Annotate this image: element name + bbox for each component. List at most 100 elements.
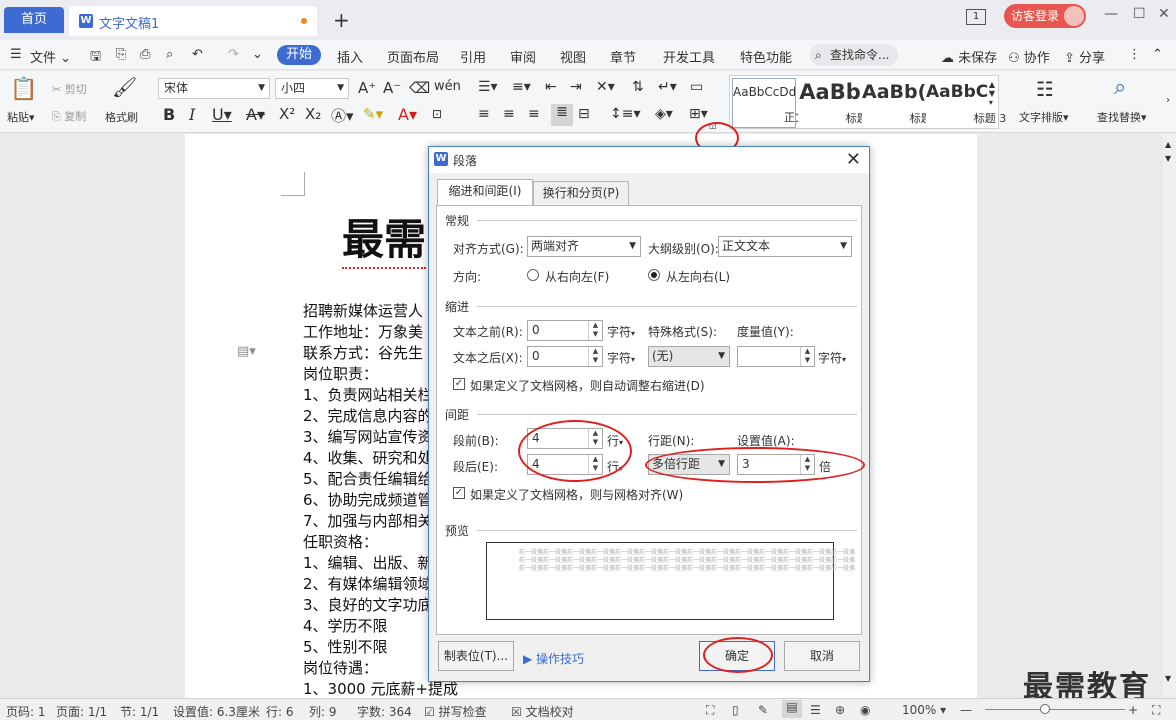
zoom-level[interactable]: 100% ▾ (902, 703, 946, 717)
tips-link[interactable]: ▶ 操作技巧 (523, 650, 584, 667)
tab-indent-spacing[interactable]: 缩进和间距(I) (437, 179, 533, 206)
print-icon[interactable]: ⎙ (140, 47, 150, 62)
cloud-unsaved-button[interactable]: ☁ 未保存 (941, 47, 997, 66)
visitor-login-button[interactable]: 访客登录 (1004, 4, 1086, 28)
window-count-badge[interactable]: 1 (966, 9, 986, 25)
fit-page-icon[interactable]: ⛶ (1152, 703, 1160, 718)
menu-insert[interactable]: 插入 (337, 47, 363, 66)
print-preview-icon[interactable]: ⌕ (166, 47, 173, 62)
phonetic-icon[interactable]: wén (434, 79, 461, 94)
measure-unit[interactable]: 字符▾ (818, 349, 846, 366)
proofread-button[interactable]: ☒ 文档校对 (511, 703, 574, 720)
tab-home[interactable]: 首页 (4, 7, 64, 33)
spinner-icon[interactable]: ▲ ▼ (588, 347, 602, 366)
spinner-icon[interactable]: ▲ ▼ (588, 321, 602, 340)
font-dialog-launcher-icon[interactable]: ⊡ (432, 107, 442, 121)
zoom-out-icon[interactable]: — (960, 703, 972, 717)
borders-icon[interactable]: ⊞▾ (689, 106, 708, 122)
grid-align-checkbox[interactable]: ✓ (453, 487, 465, 499)
bullet-list-icon[interactable]: ☰▾ (478, 79, 498, 95)
grow-font-icon[interactable]: A⁺ (358, 79, 376, 97)
format-painter-button[interactable]: 格式刷 (105, 109, 138, 125)
find-icon[interactable]: ⌕ (1114, 75, 1126, 100)
superscript-icon[interactable]: X² (279, 105, 295, 123)
paragraph-handle-icon[interactable]: ▤▾ (237, 344, 256, 359)
show-marks-icon[interactable]: ↵▾ (658, 79, 677, 95)
cancel-button[interactable]: 取消 (784, 641, 860, 671)
spell-check-button[interactable]: ☑ 拼写检查 (424, 703, 487, 720)
new-tab-button[interactable]: + (333, 8, 350, 32)
align-right-icon[interactable]: ≡ (528, 106, 540, 122)
web-view-icon[interactable]: ⊕ (835, 703, 845, 717)
export-pdf-icon[interactable]: ⎘ (116, 47, 126, 62)
auto-indent-checkbox[interactable]: ✓ (453, 378, 465, 390)
rtl-radio[interactable] (527, 269, 539, 281)
outline-view-icon[interactable]: ☰ (810, 703, 821, 717)
increase-indent-icon[interactable]: ⇥ (570, 79, 582, 95)
strikethrough-icon[interactable]: A▾ (246, 105, 265, 124)
ltr-radio[interactable] (648, 269, 660, 281)
menu-developer[interactable]: 开发工具 (663, 47, 715, 66)
menu-page-layout[interactable]: 页面布局 (387, 47, 439, 66)
dialog-titlebar[interactable]: W 段落 ✕ (429, 147, 869, 173)
format-painter-icon[interactable]: 🖌 (112, 75, 137, 99)
scroll-down-icon[interactable]: ▼ (1165, 674, 1171, 683)
zoom-slider[interactable] (985, 709, 1125, 710)
eye-protect-icon[interactable]: ◉ (860, 703, 870, 717)
line-spacing-icon[interactable]: ↕≡▾ (610, 106, 641, 122)
collab-button[interactable]: ⚇ 协作 (1008, 47, 1050, 66)
highlight-icon[interactable]: ✎▾ (363, 105, 383, 123)
font-color-icon[interactable]: A▾ (398, 105, 417, 124)
redo-icon[interactable]: ↷ (228, 47, 239, 62)
gallery-scroll-icon[interactable]: ▲ ▼ ▾ (989, 80, 995, 107)
status-page-number[interactable]: 页码: 1 (6, 703, 46, 720)
style-heading1[interactable]: AaBb 标题 1 (798, 78, 878, 128)
zoom-slider-handle[interactable] (1040, 704, 1050, 714)
quick-access-chevron-icon[interactable]: ⌄ (252, 47, 263, 62)
tab-document[interactable]: W 文字文稿1 (69, 6, 317, 36)
before-text-input[interactable]: 0 ▲ ▼ (527, 320, 603, 341)
align-select[interactable]: 两端对齐 ▼ (527, 236, 641, 257)
menu-references[interactable]: 引用 (460, 47, 486, 66)
menu-file[interactable]: 文件 ⌄ (30, 47, 71, 66)
menu-chapter[interactable]: 章节 (610, 47, 636, 66)
sort-icon[interactable]: ⇅ (632, 79, 644, 95)
menu-review[interactable]: 审阅 (510, 47, 536, 66)
text-layout-button[interactable]: 文字排版▾ (1019, 109, 1069, 125)
text-layout-icon[interactable]: ☷ (1036, 77, 1054, 101)
vertical-scrollbar[interactable]: ▲ ▼ ▼ (1163, 134, 1176, 698)
reading-mode-icon[interactable]: ▯ (732, 703, 739, 717)
minimize-icon[interactable]: — (1104, 6, 1118, 22)
tab-stops-button[interactable]: 制表位(T)... (438, 641, 514, 671)
measure-input[interactable]: ▲ ▼ (737, 346, 815, 367)
close-icon[interactable]: ✕ (1158, 6, 1170, 22)
after-text-input[interactable]: 0 ▲ ▼ (527, 346, 603, 367)
align-left-icon[interactable]: ≡ (478, 106, 490, 122)
underline-icon[interactable]: U▾ (212, 105, 232, 124)
focus-mode-icon[interactable]: ⛶ (706, 703, 714, 718)
subscript-icon[interactable]: X₂ (305, 105, 321, 123)
close-icon[interactable]: ✕ (846, 149, 861, 170)
text-effect-icon[interactable]: Ⓐ▾ (331, 105, 354, 126)
maximize-icon[interactable]: ☐ (1133, 6, 1146, 22)
menu-start[interactable]: 开始 (277, 45, 321, 65)
font-name-select[interactable]: 宋体 ▼ (158, 78, 270, 99)
edit-mode-icon[interactable]: ✎ (758, 703, 768, 717)
clear-format-icon[interactable]: ⌫ (409, 79, 430, 97)
before-text-unit[interactable]: 字符▾ (607, 323, 635, 340)
table-lines-icon[interactable]: ▭ (690, 79, 703, 95)
copy-button[interactable]: ⎘ 复制 (52, 108, 86, 124)
tab-line-page-breaks[interactable]: 换行和分页(P) (533, 181, 629, 205)
shading-icon[interactable]: ◈▾ (655, 106, 673, 122)
after-text-unit[interactable]: 字符▾ (607, 349, 635, 366)
status-words[interactable]: 字数: 364 (357, 703, 412, 720)
outline-select[interactable]: 正文文本 ▼ (718, 236, 852, 257)
numbered-list-icon[interactable]: ≡▾ (512, 79, 531, 95)
save-icon[interactable]: 🖫 (90, 47, 101, 69)
italic-icon[interactable]: I (189, 105, 195, 124)
style-heading3[interactable]: AaBbC( 标题 3 (926, 78, 1006, 128)
style-normal[interactable]: AaBbCcDd 正文 (732, 78, 806, 128)
shrink-font-icon[interactable]: A⁻ (383, 79, 401, 97)
chinese-layout-icon[interactable]: ✕▾ (596, 79, 615, 95)
spinner-icon[interactable]: ▲ ▼ (800, 347, 814, 366)
